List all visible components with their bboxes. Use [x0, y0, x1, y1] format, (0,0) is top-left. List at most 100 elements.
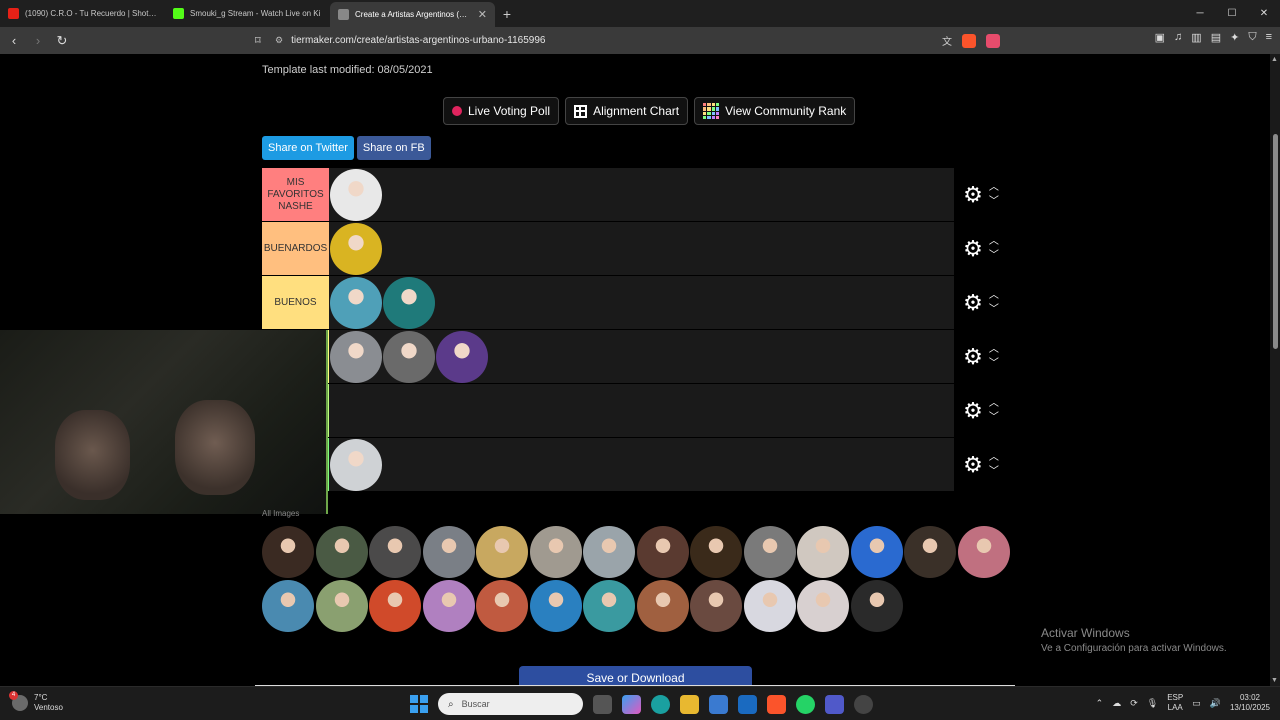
artist-avatar[interactable]	[850, 579, 903, 632]
chevron-up-icon[interactable]: ︿	[989, 344, 999, 355]
url-text[interactable]: tiermaker.com/create/artistas-argentinos…	[291, 35, 545, 46]
reload-icon[interactable]: ↻	[52, 31, 72, 51]
gear-icon[interactable]: ⚙	[963, 399, 983, 422]
weather-widget[interactable]: 4 7°C Ventoso	[9, 691, 63, 713]
tier-label[interactable]: BUENOS	[262, 276, 329, 329]
volume-icon[interactable]: 🔊	[1210, 698, 1221, 709]
back-icon[interactable]: ‹	[4, 31, 24, 51]
task-view-icon[interactable]	[593, 694, 612, 714]
tab-kick[interactable]: Smouki_g Stream - Watch Live on Ki	[165, 0, 330, 27]
gear-icon[interactable]: ⚙	[963, 237, 983, 260]
tier-label[interactable]: MIS FAVORITOS NASHE	[262, 168, 329, 221]
artist-avatar[interactable]	[957, 526, 1010, 578]
close-window-icon[interactable]: ✕	[1248, 0, 1280, 27]
wallet-icon[interactable]: ▤	[1211, 31, 1221, 44]
artist-avatar[interactable]	[330, 168, 382, 221]
artist-avatar[interactable]	[369, 526, 421, 578]
artist-avatar[interactable]	[797, 579, 849, 632]
scroll-down-icon[interactable]: ▼	[1271, 677, 1278, 684]
menu-icon[interactable]: ≡	[1266, 31, 1272, 44]
chevron-up-icon[interactable]: ︿	[989, 290, 999, 301]
tab-tiermaker[interactable]: Create a Artistas Argentinos (Urb ✕	[330, 2, 495, 27]
artist-avatar[interactable]	[315, 526, 368, 578]
edge-icon[interactable]	[651, 694, 670, 714]
chevron-down-icon[interactable]: ﹀	[989, 304, 999, 315]
page-scrollbar[interactable]: ▲ ▼	[1270, 54, 1280, 686]
artist-avatar[interactable]	[636, 579, 689, 632]
artist-avatar[interactable]	[529, 579, 582, 632]
artist-avatar[interactable]	[262, 579, 314, 632]
gear-icon[interactable]: ⚙	[963, 183, 983, 206]
sync-icon[interactable]: ⟳	[1130, 698, 1138, 709]
chevron-down-icon[interactable]: ﹀	[989, 196, 999, 207]
save-or-download-button[interactable]: Save or Download	[519, 666, 752, 686]
scroll-up-icon[interactable]: ▲	[1271, 56, 1278, 63]
artist-avatar[interactable]	[743, 579, 796, 632]
whatsapp-icon[interactable]	[796, 694, 815, 714]
file-explorer-icon[interactable]	[680, 694, 699, 714]
artist-avatar[interactable]	[690, 579, 742, 632]
chevron-up-icon[interactable]: ︿	[989, 236, 999, 247]
brave-icon[interactable]	[767, 694, 786, 714]
store-icon[interactable]	[709, 694, 728, 714]
language-indicator[interactable]: ESP LAA	[1167, 693, 1183, 713]
share-facebook-button[interactable]: Share on FB	[356, 136, 431, 160]
minimize-icon[interactable]: ─	[1184, 0, 1216, 27]
network-icon[interactable]: ▭	[1192, 698, 1201, 709]
tray-chevron-icon[interactable]: ⌃	[1096, 698, 1104, 709]
tab-youtube[interactable]: (1090) C.R.O - Tu Recuerdo | Shot by	[0, 0, 165, 27]
artist-avatar[interactable]	[529, 526, 582, 578]
chevron-up-icon[interactable]: ︿	[989, 398, 999, 409]
artist-avatar[interactable]	[422, 526, 475, 578]
artist-avatar[interactable]	[330, 276, 382, 329]
gear-icon[interactable]: ⚙	[963, 345, 983, 368]
artist-avatar[interactable]	[690, 526, 742, 578]
artist-avatar[interactable]	[436, 330, 488, 383]
start-icon[interactable]	[410, 695, 428, 713]
teams-icon[interactable]	[825, 694, 844, 714]
bookmark-icon[interactable]: ⌑	[255, 34, 267, 47]
copilot-icon[interactable]	[622, 694, 641, 714]
chevron-down-icon[interactable]: ﹀	[989, 250, 999, 261]
artist-avatar[interactable]	[330, 222, 382, 275]
share-twitter-button[interactable]: Share on Twitter	[262, 136, 354, 160]
artist-avatar[interactable]	[330, 438, 382, 491]
scrollbar-thumb[interactable]	[1273, 134, 1278, 349]
chevron-up-icon[interactable]: ︿	[989, 452, 999, 463]
live-voting-poll-button[interactable]: Live Voting Poll	[443, 97, 560, 125]
mic-icon[interactable]: 🎙	[1147, 698, 1158, 709]
site-info-icon[interactable]: ⚙	[275, 35, 283, 46]
artist-avatar[interactable]	[330, 330, 382, 383]
onedrive-icon[interactable]: ☁	[1112, 698, 1121, 709]
artist-avatar[interactable]	[422, 579, 475, 632]
chevron-down-icon[interactable]: ﹀	[989, 412, 999, 423]
artist-avatar[interactable]	[262, 526, 314, 578]
brave-rewards-icon[interactable]	[986, 33, 1000, 48]
maximize-icon[interactable]: ☐	[1216, 0, 1248, 27]
taskbar-search[interactable]: ⌕ Buscar	[438, 693, 583, 715]
gear-icon[interactable]: ⚙	[963, 453, 983, 476]
vpn-icon[interactable]: ⛉	[1248, 31, 1256, 44]
chevron-down-icon[interactable]: ﹀	[989, 358, 999, 369]
app-icon[interactable]	[854, 694, 873, 714]
artist-avatar[interactable]	[743, 526, 796, 578]
translate-icon[interactable]: 文	[942, 33, 952, 48]
artist-avatar[interactable]	[369, 579, 421, 632]
clock[interactable]: 03:02 13/10/2025	[1230, 693, 1270, 713]
outlook-icon[interactable]	[738, 694, 757, 714]
screenshot-icon[interactable]: ▣	[1155, 31, 1165, 44]
media-icon[interactable]: ♫	[1174, 31, 1182, 44]
artist-avatar[interactable]	[476, 579, 528, 632]
chevron-up-icon[interactable]: ︿	[989, 182, 999, 193]
artist-avatar[interactable]	[476, 526, 528, 578]
artist-avatar[interactable]	[315, 579, 368, 632]
address-bar[interactable]: ⌑ ⚙ tiermaker.com/create/artistas-argent…	[255, 30, 1000, 51]
artist-avatar[interactable]	[583, 579, 635, 632]
forward-icon[interactable]: ›	[28, 31, 48, 51]
artist-avatar[interactable]	[383, 330, 435, 383]
artist-avatar[interactable]	[797, 526, 849, 578]
gear-icon[interactable]: ⚙	[963, 291, 983, 314]
artist-avatar[interactable]	[904, 526, 956, 578]
close-tab-icon[interactable]: ✕	[478, 8, 487, 21]
alignment-chart-button[interactable]: Alignment Chart	[565, 97, 689, 125]
